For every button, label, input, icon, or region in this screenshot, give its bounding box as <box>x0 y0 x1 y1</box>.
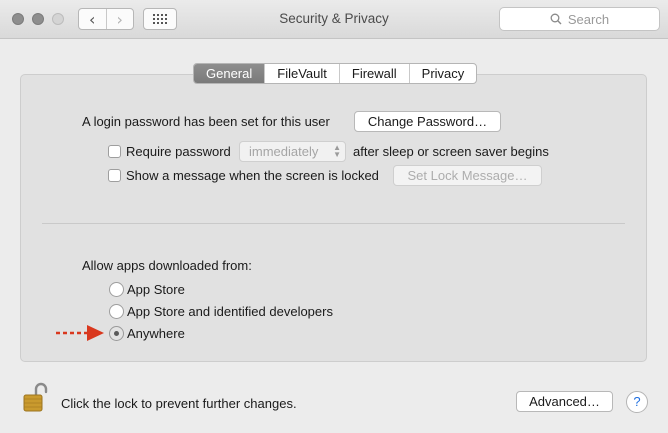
section-divider <box>42 223 625 224</box>
zoom-window-button[interactable] <box>52 13 64 25</box>
back-forward-group: ‹ › <box>78 8 134 30</box>
tab-privacy[interactable]: Privacy <box>408 64 477 83</box>
tab-firewall[interactable]: Firewall <box>338 64 409 83</box>
radio-identified-developers-label: App Store and identified developers <box>127 304 333 319</box>
advanced-button[interactable]: Advanced… <box>516 391 613 412</box>
window-title: Security & Privacy <box>279 11 389 26</box>
show-message-checkbox[interactable] <box>108 169 121 182</box>
tab-bar: General FileVault Firewall Privacy <box>193 63 478 84</box>
back-chevron-icon: ‹ <box>89 9 96 29</box>
popup-arrows-icon: ▲ ▼ <box>333 143 341 159</box>
login-password-text: A login password has been set for this u… <box>82 114 330 129</box>
search-icon <box>550 13 562 25</box>
require-password-checkbox[interactable] <box>108 145 121 158</box>
radio-selected-dot <box>114 331 119 336</box>
tab-general[interactable]: General <box>194 64 265 83</box>
search-field[interactable]: Search <box>499 7 660 31</box>
radio-app-store-label: App Store <box>127 282 185 297</box>
require-password-delay-popup[interactable]: immediately ▲ ▼ <box>239 141 346 162</box>
allow-apps-heading: Allow apps downloaded from: <box>82 258 252 273</box>
search-placeholder: Search <box>567 11 610 27</box>
radio-anywhere-label: Anywhere <box>127 326 185 341</box>
set-lock-message-button[interactable]: Set Lock Message… <box>393 165 542 186</box>
change-password-button[interactable]: Change Password… <box>354 111 501 132</box>
lock-status-text: Click the lock to prevent further change… <box>61 396 297 411</box>
minimize-window-button[interactable] <box>32 13 44 25</box>
radio-app-store[interactable] <box>109 282 124 297</box>
tab-filevault[interactable]: FileVault <box>264 64 339 83</box>
red-arrow-annotation-icon <box>56 325 104 341</box>
popup-value: immediately <box>249 144 319 159</box>
show-all-grid-icon <box>153 14 167 24</box>
padlock-unlocked-icon[interactable] <box>22 381 48 413</box>
radio-identified-developers[interactable] <box>109 304 124 319</box>
forward-chevron-icon: › <box>116 9 123 29</box>
help-button[interactable]: ? <box>626 391 648 413</box>
show-message-label: Show a message when the screen is locked <box>126 168 379 183</box>
show-all-button[interactable] <box>143 8 177 30</box>
forward-button[interactable]: › <box>105 9 134 29</box>
close-window-button[interactable] <box>12 13 24 25</box>
require-password-label: Require password <box>126 144 231 159</box>
radio-anywhere[interactable] <box>109 326 124 341</box>
back-button[interactable]: ‹ <box>79 9 106 29</box>
after-sleep-text: after sleep or screen saver begins <box>353 144 549 159</box>
